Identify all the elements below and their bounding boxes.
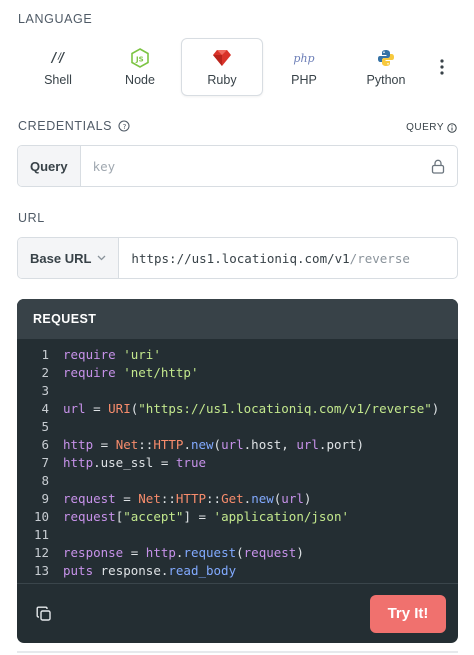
lock-icon — [431, 146, 457, 186]
credentials-title: CREDENTIALS — [18, 119, 113, 133]
request-title: REQUEST — [17, 299, 458, 339]
code-line: 6 http = Net::HTTP.new(url.host, url.port… — [41, 436, 365, 452]
code-line: 13 puts response.read_body — [33, 562, 237, 578]
language-selector: /// Shell JS Node Ruby php PHP Python — [17, 38, 459, 96]
python-icon — [377, 47, 395, 69]
api-key-field: Query key — [17, 145, 458, 187]
lang-label-shell: Shell — [44, 73, 72, 87]
lang-tab-python[interactable]: Python — [345, 38, 427, 96]
copy-code-button[interactable] — [33, 603, 55, 625]
code-line: 7 http.use_ssl = true — [41, 454, 207, 470]
svg-text:JS: JS — [135, 56, 144, 64]
code-block: 1 require 'uri' 2 require 'net/http' 3 4 ur… — [17, 339, 458, 579]
lang-label-ruby: Ruby — [207, 73, 237, 87]
base-url-dropdown[interactable]: Base URL — [18, 238, 120, 278]
svg-text:/: / — [57, 52, 62, 62]
code-line: 12 response = http.request(request) — [33, 544, 304, 560]
api-key-placeholder: key — [92, 158, 116, 174]
api-key-addon: Query — [18, 146, 81, 186]
lang-label-python: Python — [366, 73, 406, 87]
url-path-text: /reverse — [349, 250, 410, 266]
shell-icon: /// — [49, 47, 67, 69]
query-auth-label: QUERY — [406, 122, 444, 133]
try-it-button[interactable]: Try It! — [370, 594, 446, 633]
svg-text:?: ? — [123, 123, 127, 131]
code-line: 2 require 'net/http' — [41, 364, 199, 380]
node-icon: JS — [131, 47, 149, 69]
request-footer: Try It! — [17, 583, 458, 643]
lang-label-php: PHP — [291, 73, 317, 87]
code-line: 4 url = URI("https://us1.locationiq.com/v… — [41, 400, 440, 416]
lang-tab-shell[interactable]: /// Shell — [17, 38, 99, 96]
more-languages-button[interactable] — [427, 38, 457, 96]
chevron-down-icon — [97, 255, 106, 261]
auth-type-label: QUERY — [406, 122, 457, 133]
info-icon[interactable]: ? — [118, 120, 130, 132]
url-field: Base URL https://us1.locationiq.com/v1/r… — [17, 237, 458, 279]
ruby-icon — [212, 47, 232, 69]
credentials-title-row: CREDENTIALS ? — [18, 119, 130, 133]
language-title: LANGUAGE — [18, 12, 93, 26]
kebab-menu-icon — [440, 59, 444, 75]
lang-label-node: Node — [125, 73, 155, 87]
base-url-label: Base URL — [30, 250, 92, 266]
request-panel: REQUEST 1 require 'uri' 2 require 'net/htt… — [17, 299, 458, 643]
url-title: URL — [18, 211, 45, 225]
php-icon: php — [293, 47, 314, 69]
code-line: 5 — [41, 418, 49, 434]
divider — [17, 651, 458, 653]
code-line: 11 — [33, 526, 49, 542]
code-line: 1 require 'uri' — [41, 346, 161, 362]
url-base-text: https://us1.locationiq.com/v1 — [131, 250, 350, 266]
url-value: https://us1.locationiq.com/v1/reverse — [119, 238, 457, 278]
api-key-input[interactable]: key — [81, 146, 431, 186]
info-circle-icon[interactable] — [447, 122, 457, 133]
code-line: 3 — [41, 382, 49, 398]
lang-tab-php[interactable]: php PHP — [263, 38, 345, 96]
code-line: 9 request = Net::HTTP::Get.new(url) — [41, 490, 312, 506]
lang-tab-node[interactable]: JS Node — [99, 38, 181, 96]
copy-icon — [36, 606, 51, 621]
lang-tab-ruby[interactable]: Ruby — [181, 38, 263, 96]
code-line: 8 — [41, 472, 49, 488]
php-icon-glyph: php — [293, 51, 315, 65]
code-line: 10 request["accept"] = 'application/json' — [33, 508, 350, 524]
